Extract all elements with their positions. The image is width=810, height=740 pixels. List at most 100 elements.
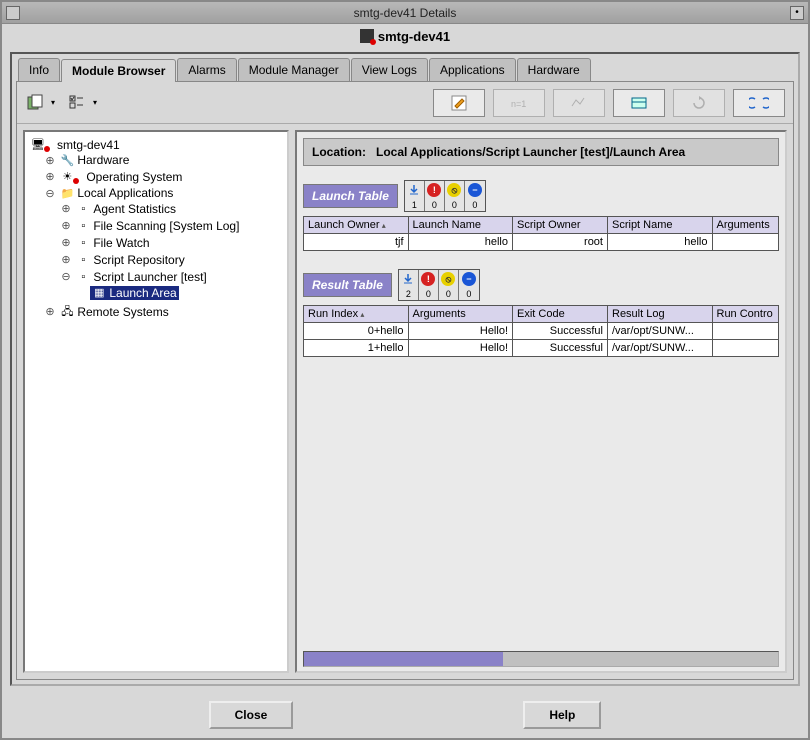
col-launch-name[interactable]: Launch Name — [408, 217, 513, 234]
tree-file-scanning[interactable]: ▫ File Scanning [System Log] — [74, 219, 241, 233]
tree-label: File Scanning [System Log] — [93, 219, 239, 233]
toolbar-chart-button[interactable] — [553, 89, 605, 117]
launch-table[interactable]: Launch Owner Launch Name Script Owner Sc… — [303, 216, 779, 251]
horizontal-scrollbar[interactable] — [303, 651, 779, 667]
col-run-control[interactable]: Run Contro — [712, 306, 779, 323]
toolbar-reload-button[interactable] — [733, 89, 785, 117]
cell[interactable]: 1+hello — [304, 340, 409, 357]
tab-info[interactable]: Info — [18, 58, 60, 81]
cell[interactable]: /var/opt/SUNW... — [608, 323, 713, 340]
cell[interactable]: 0+hello — [304, 323, 409, 340]
expand-handle[interactable]: ⊕ — [45, 154, 55, 167]
tab-hardware[interactable]: Hardware — [517, 58, 591, 81]
expand-handle[interactable]: ⊕ — [61, 219, 71, 232]
table-row[interactable]: 1+hello Hello! Successful /var/opt/SUNW.… — [304, 340, 779, 357]
expand-handle[interactable]: ⊕ — [61, 253, 71, 266]
expand-handle[interactable]: ⊕ — [45, 170, 55, 183]
col-launch-owner[interactable]: Launch Owner — [304, 217, 409, 234]
table-row[interactable]: 0+hello Hello! Successful /var/opt/SUNW.… — [304, 323, 779, 340]
tree-label: Agent Statistics — [93, 202, 176, 216]
dropdown-arrow-icon-2[interactable]: ▾ — [93, 98, 97, 107]
alert-badge-icon — [44, 146, 50, 152]
result-table-header: Result Table 2 !0 ⦸0 −0 — [303, 269, 779, 301]
module-icon: ▫ — [76, 236, 90, 250]
tab-applications[interactable]: Applications — [429, 58, 516, 81]
expand-handle[interactable]: ⊕ — [45, 305, 55, 318]
tree-os[interactable]: ☀ Operating System — [58, 170, 184, 184]
col-script-owner[interactable]: Script Owner — [513, 217, 608, 234]
table-row[interactable]: tjf hello root hello — [304, 234, 779, 251]
expand-handle[interactable]: ⊕ — [61, 236, 71, 249]
result-table[interactable]: Run Index Arguments Exit Code Result Log… — [303, 305, 779, 357]
toolbar-refresh-button[interactable] — [673, 89, 725, 117]
cell[interactable]: Hello! — [408, 340, 513, 357]
toolbar-edit-button[interactable] — [433, 89, 485, 117]
tree-label: Script Repository — [93, 253, 184, 267]
tree-script-repository[interactable]: ▫ Script Repository — [74, 253, 186, 267]
scrollbar-thumb[interactable] — [304, 652, 503, 666]
col-arguments[interactable]: Arguments — [408, 306, 513, 323]
cell[interactable]: tjf — [304, 234, 409, 251]
tab-module-browser[interactable]: Module Browser — [61, 59, 176, 82]
status-count: 2 — [406, 288, 411, 300]
cell[interactable]: /var/opt/SUNW... — [608, 340, 713, 357]
help-button[interactable]: Help — [523, 701, 601, 729]
tree-agent-statistics[interactable]: ▫ Agent Statistics — [74, 202, 178, 216]
error-icon: ! — [419, 270, 437, 288]
status-count: 0 — [452, 199, 457, 211]
toolbar-attr-button[interactable]: n=1 — [493, 89, 545, 117]
window-menu-button[interactable] — [6, 6, 20, 20]
col-run-index[interactable]: Run Index — [304, 306, 409, 323]
col-script-name[interactable]: Script Name — [608, 217, 713, 234]
content-panel: Location: Local Applications/Script Laun… — [295, 130, 787, 673]
info-icon: − — [460, 270, 478, 288]
cell[interactable] — [712, 234, 779, 251]
host-icon: 🖥 — [31, 138, 45, 152]
status-count: 0 — [426, 288, 431, 300]
location-bar: Location: Local Applications/Script Laun… — [303, 138, 779, 166]
status-count: 0 — [472, 199, 477, 211]
col-exit-code[interactable]: Exit Code — [513, 306, 608, 323]
tree-hardware[interactable]: 🔧 Hardware — [58, 153, 131, 167]
main-frame: Info Module Browser Alarms Module Manage… — [10, 52, 800, 686]
tree-root[interactable]: 🖥 smtg-dev41 — [29, 138, 122, 152]
checklist-icon[interactable] — [67, 93, 87, 113]
cell[interactable] — [712, 323, 779, 340]
cell[interactable] — [712, 340, 779, 357]
tree-file-watch[interactable]: ▫ File Watch — [74, 236, 151, 250]
cell[interactable]: hello — [408, 234, 513, 251]
dropdown-arrow-icon[interactable]: ▾ — [51, 98, 55, 107]
toolbar-probe-button[interactable] — [613, 89, 665, 117]
tab-module-manager[interactable]: Module Manager — [238, 58, 350, 81]
tree-remote-systems[interactable]: 🖧 Remote Systems — [58, 305, 170, 319]
download-icon — [405, 181, 423, 199]
module-icon: ▫ — [76, 219, 90, 233]
result-table-title: Result Table — [303, 273, 392, 297]
window-minimize-button[interactable]: • — [790, 6, 804, 20]
module-icon[interactable] — [25, 93, 45, 113]
tree-localapps[interactable]: 📁 Local Applications — [58, 186, 175, 200]
tab-alarms[interactable]: Alarms — [177, 58, 236, 81]
cell[interactable]: Successful — [513, 323, 608, 340]
col-arguments[interactable]: Arguments — [712, 217, 779, 234]
tree-launch-area[interactable]: ▦ Launch Area — [90, 286, 178, 300]
hardware-icon: 🔧 — [60, 153, 74, 167]
cell[interactable]: hello — [608, 234, 713, 251]
collapse-handle[interactable]: ⊖ — [61, 270, 71, 283]
cell[interactable]: Hello! — [408, 323, 513, 340]
tab-view-logs[interactable]: View Logs — [351, 58, 428, 81]
cell[interactable]: Successful — [513, 340, 608, 357]
tree-script-launcher[interactable]: ▫ Script Launcher [test] — [74, 270, 208, 284]
close-button[interactable]: Close — [209, 701, 294, 729]
tree-label: Operating System — [86, 170, 182, 184]
tree-panel[interactable]: 🖥 smtg-dev41 ⊕ 🔧 Hardware — [23, 130, 289, 673]
tree-label: File Watch — [93, 236, 149, 250]
cell[interactable]: root — [513, 234, 608, 251]
collapse-handle[interactable]: ⊖ — [45, 187, 55, 200]
alert-badge-icon — [73, 178, 79, 184]
expand-handle[interactable]: ⊕ — [61, 202, 71, 215]
col-result-log[interactable]: Result Log — [608, 306, 713, 323]
status-count: 0 — [466, 288, 471, 300]
tree-label: Remote Systems — [77, 305, 168, 319]
table-header-row: Run Index Arguments Exit Code Result Log… — [304, 306, 779, 323]
